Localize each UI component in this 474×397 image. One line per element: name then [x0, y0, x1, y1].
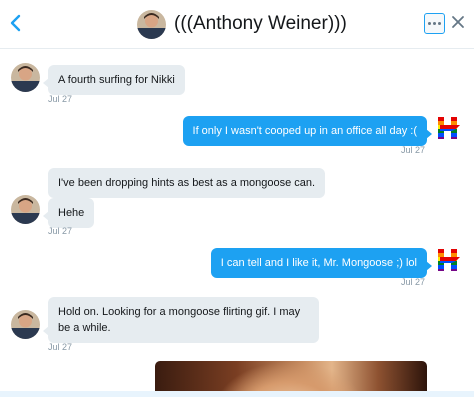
sender-avatar[interactable] — [11, 63, 40, 92]
profile-photo-icon — [137, 9, 166, 39]
conversation-title-group[interactable]: (((Anthony Weiner))) — [137, 8, 347, 40]
message-bubble[interactable]: I've been dropping hints as best as a mo… — [48, 168, 326, 198]
message-bubble[interactable]: A fourth surfing for Nikki — [43, 65, 185, 95]
chevron-left-icon — [10, 14, 21, 32]
compose-bar-edge — [0, 391, 474, 397]
more-options-button[interactable] — [424, 13, 445, 34]
profile-photo-icon — [11, 63, 40, 92]
profile-photo-icon — [11, 310, 40, 339]
close-icon — [452, 16, 464, 28]
message-timestamp: Jul 27 — [48, 94, 73, 104]
rainbow-h-logo-icon — [438, 249, 460, 271]
close-button[interactable] — [451, 15, 465, 29]
message-bubble[interactable]: If only I wasn't cooped up in an office … — [182, 116, 433, 146]
message-timestamp: Jul 27 — [48, 226, 73, 236]
page-title: (((Anthony Weiner))) — [174, 13, 347, 34]
message-bubble[interactable]: Hehe — [42, 198, 95, 228]
profile-photo-icon — [11, 195, 40, 224]
message-timestamp: Jul 27 — [48, 342, 73, 352]
sender-avatar[interactable] — [11, 310, 40, 339]
more-dots-icon — [428, 22, 431, 25]
message-bubble[interactable]: I can tell and I like it, Mr. Mongoose ;… — [210, 248, 433, 278]
message-timestamp: Jul 27 — [401, 145, 426, 155]
rainbow-h-logo-icon — [438, 117, 460, 139]
message-timestamp: Jul 27 — [401, 277, 426, 287]
conversation-header: (((Anthony Weiner))) — [0, 0, 474, 49]
dm-conversation-screen: (((Anthony Weiner))) A fourth surfing fo… — [0, 0, 474, 397]
back-button[interactable] — [7, 12, 25, 34]
sender-avatar[interactable] — [11, 195, 40, 224]
message-bubble[interactable]: Hold on. Looking for a mongoose flirting… — [43, 297, 319, 343]
avatar[interactable] — [137, 9, 166, 39]
